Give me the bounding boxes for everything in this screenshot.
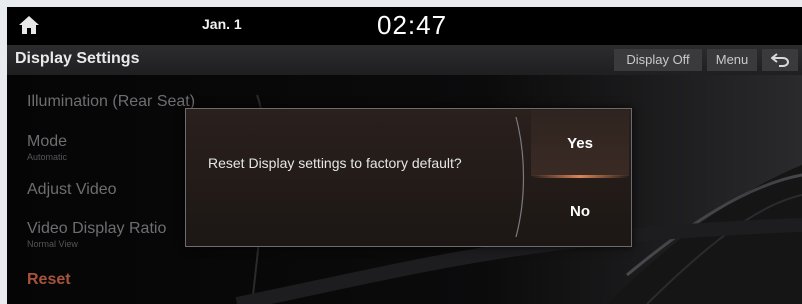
list-item-illumination-rear-seat[interactable]: Illumination (Rear Seat) <box>27 93 195 111</box>
home-icon <box>19 16 39 34</box>
no-button[interactable]: No <box>531 178 629 244</box>
page-title: Display Settings <box>15 50 140 67</box>
display-off-button[interactable]: Display Off <box>614 49 702 71</box>
dialog-message: Reset Display settings to factory defaul… <box>208 155 462 171</box>
home-button[interactable] <box>7 7 51 43</box>
reset-confirm-dialog: Reset Display settings to factory defaul… <box>185 108 632 247</box>
list-item-label: Video Display Ratio <box>27 220 167 237</box>
back-arrow-icon <box>771 53 789 67</box>
list-item-label: Illumination (Rear Seat) <box>27 93 196 110</box>
list-item-mode[interactable]: Mode Automatic <box>27 133 67 162</box>
list-item-reset[interactable]: Reset <box>27 271 71 289</box>
list-item-value: Normal View <box>27 239 78 249</box>
back-button[interactable] <box>762 49 798 71</box>
status-bar: Jan. 1 02:47 <box>7 7 802 43</box>
list-item-adjust-video[interactable]: Adjust Video <box>27 181 117 199</box>
display-settings-screen: Jan. 1 02:47 Display Settings Display Of… <box>7 7 802 304</box>
list-item-label: Reset <box>27 271 71 288</box>
date-display: Jan. 1 <box>202 16 242 32</box>
clock-display: 02:47 <box>377 10 448 40</box>
list-item-label: Adjust Video <box>27 181 117 198</box>
menu-button[interactable]: Menu <box>707 49 757 71</box>
list-item-label: Mode <box>27 133 68 150</box>
dialog-divider <box>515 116 525 238</box>
list-item-value: Automatic <box>27 152 68 162</box>
title-bar: Display Settings Display Off Menu <box>7 45 802 75</box>
yes-button[interactable]: Yes <box>531 110 629 176</box>
list-item-video-display-ratio[interactable]: Video Display Ratio Normal View <box>27 220 166 249</box>
